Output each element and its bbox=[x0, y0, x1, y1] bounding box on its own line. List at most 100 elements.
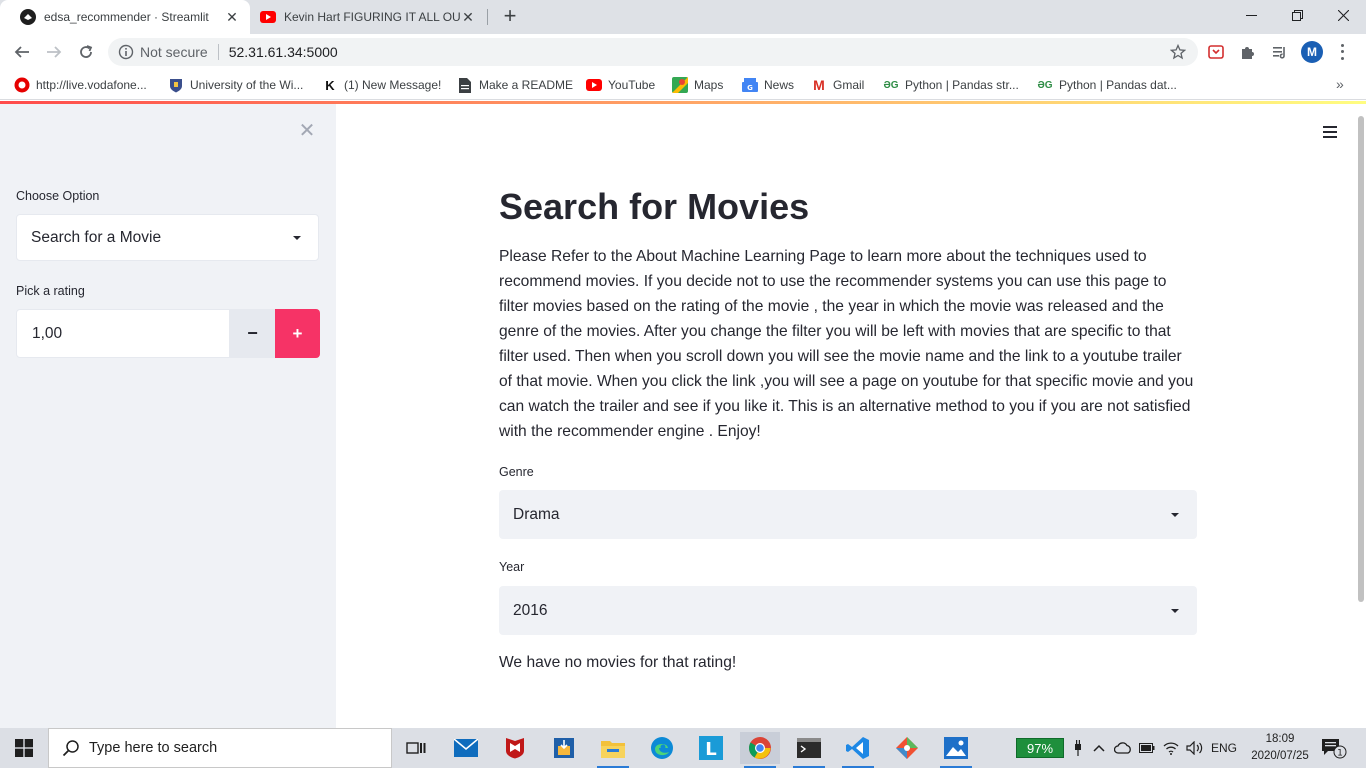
mcafee-app-icon[interactable] bbox=[495, 732, 535, 764]
university-icon bbox=[168, 77, 184, 93]
bookmark-gmail[interactable]: M Gmail bbox=[811, 76, 864, 94]
url-text[interactable]: 52.31.61.34:5000 bbox=[229, 44, 338, 60]
rating-decrement-button[interactable]: − bbox=[230, 309, 275, 358]
streamlit-icon bbox=[20, 9, 36, 25]
close-tab-icon[interactable]: ✕ bbox=[224, 9, 240, 25]
taskbar-search-box[interactable]: Type here to search bbox=[48, 728, 392, 768]
wifi-icon[interactable] bbox=[1160, 738, 1182, 758]
tab-title: Kevin Hart FIGURING IT ALL OUT bbox=[284, 10, 460, 24]
address-bar[interactable]: Not secure 52.31.61.34:5000 bbox=[108, 38, 1198, 66]
bookmark-pandas-str[interactable]: ƏG Python | Pandas str... bbox=[883, 76, 1019, 94]
svg-text:G: G bbox=[747, 84, 753, 92]
info-icon[interactable] bbox=[118, 44, 134, 60]
windows-logo-icon bbox=[15, 739, 33, 757]
input-language[interactable]: ENG bbox=[1208, 738, 1240, 758]
gfg-icon: ƏG bbox=[883, 79, 899, 91]
new-tab-button[interactable]: + bbox=[498, 5, 522, 29]
git-app-icon[interactable] bbox=[887, 732, 927, 764]
bookmark-pandas-dat[interactable]: ƏG Python | Pandas dat... bbox=[1037, 76, 1176, 94]
bookmark-maps[interactable]: Maps bbox=[672, 76, 723, 94]
bookmark-label: http://live.vodafone... bbox=[36, 78, 147, 92]
extensions-puzzle-icon[interactable] bbox=[1238, 42, 1258, 62]
bookmark-new-message[interactable]: K (1) New Message! bbox=[322, 76, 441, 94]
l-app-icon[interactable]: L bbox=[691, 732, 731, 764]
terminal-app-icon[interactable] bbox=[789, 732, 829, 768]
taskbar-clock[interactable]: 18:09 2020/07/25 bbox=[1248, 731, 1312, 765]
more-bookmarks-icon[interactable]: » bbox=[1336, 76, 1344, 92]
bookmark-label: Python | Pandas str... bbox=[905, 78, 1019, 92]
vscode-icon[interactable] bbox=[838, 732, 878, 768]
news-icon: G bbox=[742, 77, 758, 93]
bookmark-news[interactable]: G News bbox=[742, 76, 794, 94]
installer-app-icon[interactable] bbox=[544, 732, 584, 764]
year-select[interactable]: 2016 bbox=[499, 586, 1197, 635]
clock-time: 18:09 bbox=[1265, 733, 1295, 745]
sidebar-close-icon[interactable]: ✕ bbox=[298, 121, 316, 141]
close-tab-icon[interactable]: ✕ bbox=[460, 9, 476, 25]
mail-app-icon[interactable] bbox=[446, 732, 486, 764]
start-button[interactable] bbox=[0, 728, 48, 768]
bookmark-star-icon[interactable] bbox=[1169, 43, 1187, 60]
tab-separator bbox=[487, 9, 488, 25]
battery-indicator[interactable]: 97% bbox=[1016, 738, 1064, 758]
browser-tab-strip: edsa_recommender · Streamlit ✕ Kevin Har… bbox=[0, 0, 1366, 34]
page-title: Search for Movies bbox=[499, 186, 810, 227]
volume-icon[interactable] bbox=[1184, 738, 1206, 758]
pick-rating-label: Pick a rating bbox=[16, 284, 85, 298]
gfg-icon: ƏG bbox=[1037, 79, 1053, 91]
chrome-browser-icon[interactable] bbox=[740, 732, 780, 768]
task-view-icon[interactable] bbox=[396, 732, 436, 764]
youtube-icon bbox=[260, 9, 276, 25]
search-icon bbox=[61, 738, 81, 758]
tab-streamlit[interactable]: edsa_recommender · Streamlit ✕ bbox=[0, 0, 250, 34]
svg-text:L: L bbox=[705, 739, 716, 760]
file-explorer-icon[interactable] bbox=[593, 732, 633, 768]
page-scrollbar[interactable] bbox=[1358, 116, 1364, 602]
close-window-button[interactable] bbox=[1320, 0, 1366, 30]
plug-icon[interactable] bbox=[1070, 738, 1086, 758]
onedrive-cloud-icon[interactable] bbox=[1112, 738, 1134, 758]
maps-icon bbox=[672, 77, 688, 93]
restore-button[interactable] bbox=[1274, 0, 1320, 30]
gmail-icon: M bbox=[813, 77, 825, 93]
rating-value: 1,00 bbox=[32, 324, 63, 342]
forward-arrow-icon bbox=[47, 46, 62, 58]
k-icon: K bbox=[325, 77, 335, 93]
reload-button[interactable] bbox=[72, 38, 100, 66]
forward-button[interactable] bbox=[40, 38, 68, 66]
windows-taskbar: Type here to search L 97% ENG 18:09 2020… bbox=[0, 728, 1366, 768]
genre-select[interactable]: Drama bbox=[499, 490, 1197, 539]
pocket-extension-icon[interactable] bbox=[1206, 42, 1226, 62]
chevron-down-icon bbox=[1171, 609, 1179, 613]
media-control-icon[interactable] bbox=[1270, 42, 1290, 62]
reload-icon bbox=[80, 45, 93, 58]
result-message: We have no movies for that rating! bbox=[499, 654, 737, 671]
action-center-icon[interactable]: 1 bbox=[1320, 736, 1348, 760]
search-placeholder: Type here to search bbox=[89, 740, 218, 756]
edge-browser-icon[interactable] bbox=[642, 732, 682, 764]
bookmark-label: Gmail bbox=[833, 78, 865, 92]
rating-number-input[interactable]: 1,00 bbox=[16, 309, 230, 358]
photos-app-icon[interactable] bbox=[936, 732, 976, 768]
rating-increment-button[interactable]: + bbox=[275, 309, 320, 358]
document-icon bbox=[457, 77, 473, 93]
notification-count: 1 bbox=[1337, 749, 1343, 759]
tab-youtube[interactable]: Kevin Hart FIGURING IT ALL OUT ✕ bbox=[240, 0, 486, 34]
choose-option-label: Choose Option bbox=[16, 189, 100, 203]
chrome-menu-icon[interactable] bbox=[1336, 42, 1348, 62]
bookmark-youtube[interactable]: YouTube bbox=[586, 76, 655, 94]
chevron-down-icon bbox=[293, 236, 301, 240]
youtube-icon bbox=[586, 77, 602, 93]
bookmark-make-readme[interactable]: Make a README bbox=[457, 76, 573, 94]
profile-avatar[interactable]: M bbox=[1301, 41, 1323, 63]
battery-icon[interactable] bbox=[1137, 738, 1157, 758]
bookmark-university[interactable]: University of the Wi... bbox=[168, 76, 303, 94]
address-divider bbox=[217, 44, 219, 60]
bookmark-label: (1) New Message! bbox=[344, 78, 442, 92]
back-button[interactable] bbox=[8, 38, 36, 66]
app-menu-icon[interactable] bbox=[1323, 126, 1337, 138]
minimize-button[interactable] bbox=[1228, 0, 1274, 30]
bookmark-vodafone[interactable]: http://live.vodafone... bbox=[14, 76, 147, 94]
chevron-up-icon[interactable] bbox=[1090, 738, 1108, 758]
choose-option-select[interactable]: Search for a Movie bbox=[16, 214, 319, 261]
